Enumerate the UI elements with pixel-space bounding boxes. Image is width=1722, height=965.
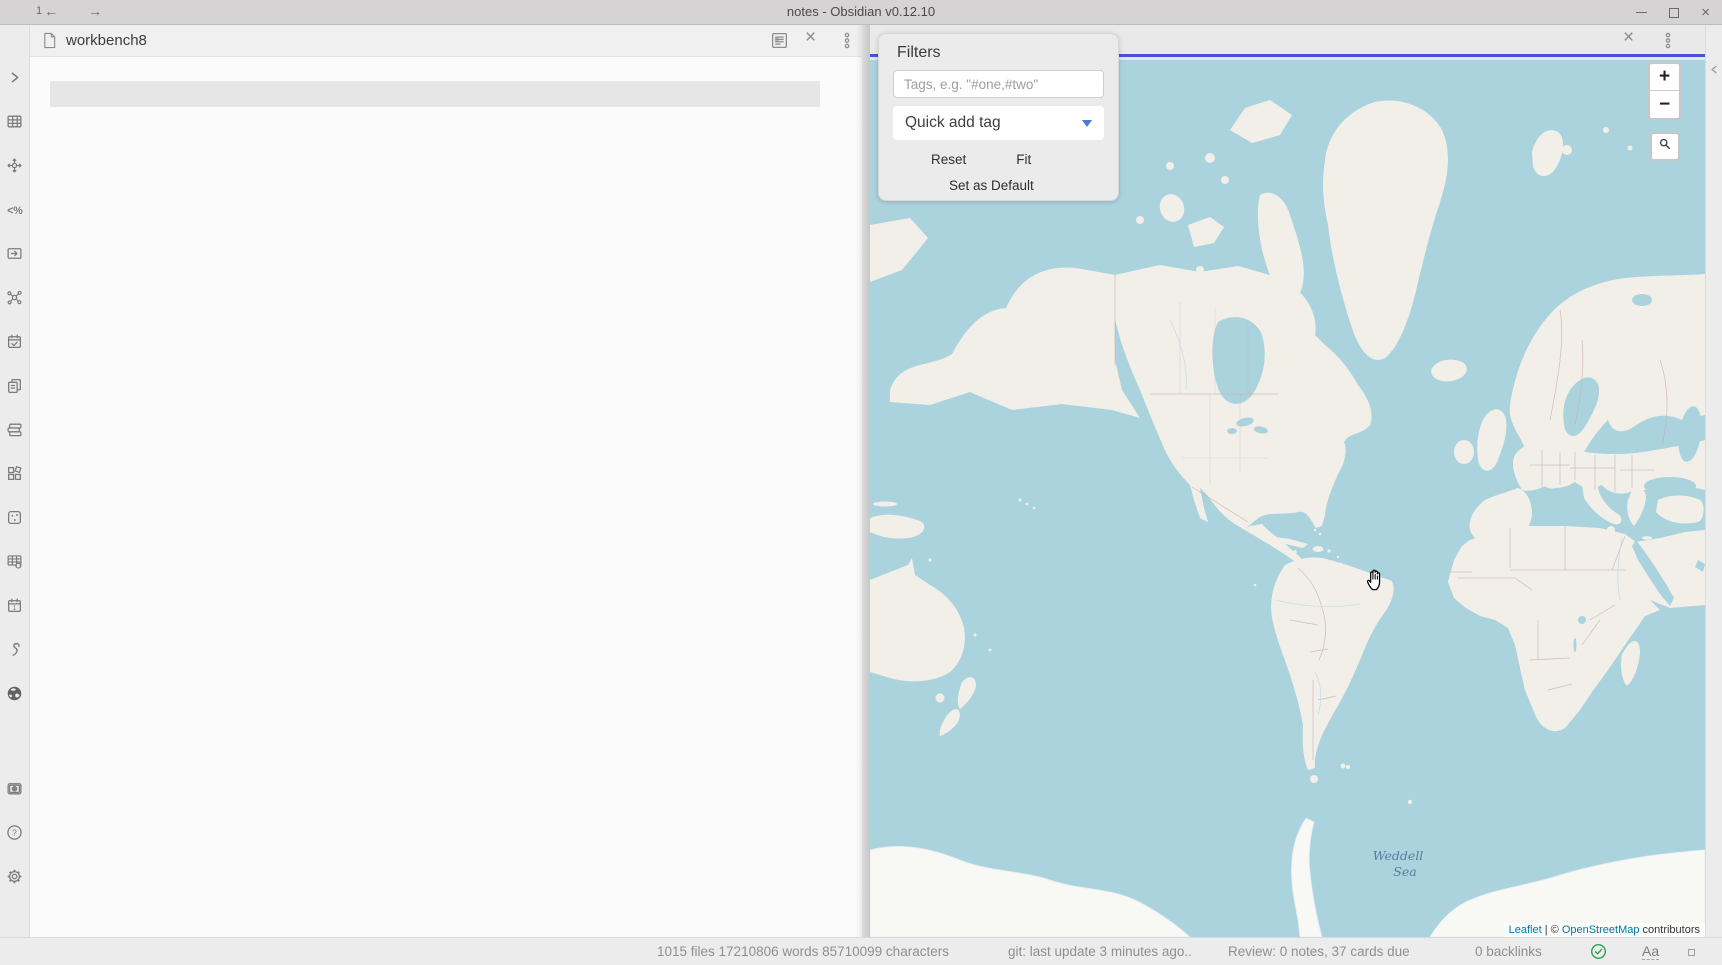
- text-size-toggle[interactable]: Aa: [1642, 943, 1659, 960]
- tags-filter-input[interactable]: [893, 70, 1104, 98]
- sea-label-weddell: Weddell: [1373, 848, 1424, 863]
- file-stats: 1015 files 17210806 words 85710099 chara…: [657, 944, 949, 959]
- attribution-suffix: contributors: [1639, 924, 1700, 936]
- backlinks-count[interactable]: 0 backlinks: [1475, 944, 1542, 959]
- note-file-icon: [42, 32, 57, 54]
- help-glyph: ?: [12, 828, 17, 838]
- fit-button[interactable]: Fit: [1016, 152, 1031, 167]
- map-search-button[interactable]: [1650, 132, 1680, 161]
- maximize-icon[interactable]: [1669, 8, 1679, 18]
- pane-menu-icon[interactable]: [1659, 31, 1677, 50]
- zoom-in-button[interactable]: +: [1650, 64, 1679, 91]
- close-pane-icon[interactable]: ×: [1623, 28, 1634, 47]
- quick-add-tag-label: Quick add tag: [905, 114, 1001, 132]
- quick-add-tag-select[interactable]: Quick add tag: [893, 106, 1104, 140]
- right-ribbon: [1705, 25, 1722, 937]
- minimize-icon[interactable]: [1636, 12, 1647, 13]
- magnifier-icon: [1658, 137, 1672, 156]
- toggle-preview-icon[interactable]: [770, 31, 789, 50]
- reset-button[interactable]: Reset: [931, 152, 966, 167]
- close-pane-icon[interactable]: ×: [805, 28, 816, 47]
- daily-note-icon[interactable]: 1: [6, 597, 23, 614]
- map-attribution: Leaflet | © OpenStreetMap contributors: [1504, 923, 1705, 937]
- sync-ok-check-icon[interactable]: [1590, 943, 1607, 960]
- review-status[interactable]: Review: 0 notes, 37 cards due: [1228, 944, 1410, 959]
- git-status[interactable]: git: last update 3 minutes ago..: [1008, 944, 1192, 959]
- pane-menu-icon[interactable]: [838, 31, 856, 50]
- blocks-icon[interactable]: [6, 465, 23, 482]
- layout-square-icon[interactable]: [1688, 949, 1695, 956]
- window-controls: ×: [1636, 0, 1710, 25]
- window-title: notes - Obsidian v0.12.10: [0, 4, 1722, 19]
- table-icon[interactable]: [6, 113, 23, 130]
- slides-icon[interactable]: [6, 245, 23, 262]
- expand-sidebar-icon[interactable]: [6, 69, 23, 86]
- map-view-icon[interactable]: [6, 685, 23, 702]
- dice-icon[interactable]: [6, 509, 23, 526]
- set-as-default-button[interactable]: Set as Default: [949, 178, 1034, 193]
- hook-icon[interactable]: [6, 641, 23, 658]
- close-window-icon[interactable]: ×: [1701, 8, 1710, 18]
- map-zoom-control: + −: [1648, 62, 1681, 120]
- screenshot-icon[interactable]: [6, 780, 23, 797]
- pane-title: workbench8: [66, 32, 147, 49]
- canvas-pan-icon[interactable]: [6, 157, 23, 174]
- card-stack-icon[interactable]: [6, 421, 23, 438]
- graph-icon[interactable]: [6, 289, 23, 306]
- chevron-down-icon: [1082, 120, 1092, 127]
- duplicate-note-icon[interactable]: [6, 377, 23, 394]
- filters-buttons-row: Reset Fit: [893, 152, 1104, 167]
- filters-panel: Filters Quick add tag Reset Fit Set as D…: [878, 33, 1119, 201]
- leaflet-link[interactable]: Leaflet: [1509, 924, 1542, 936]
- empty-line-highlight[interactable]: [50, 81, 820, 107]
- svg-text:1: 1: [13, 605, 17, 612]
- templater-glyph: <%: [7, 205, 23, 217]
- workbench-pane: workbench8 ×: [30, 25, 862, 937]
- calendar-check-icon[interactable]: [6, 333, 23, 350]
- titlebar: 1 ← → notes - Obsidian v0.12.10 ×: [0, 0, 1722, 25]
- filters-title: Filters: [897, 44, 1104, 62]
- pane-divider[interactable]: [856, 25, 870, 937]
- openstreetmap-link[interactable]: OpenStreetMap: [1562, 924, 1640, 936]
- database-table-icon[interactable]: [6, 553, 23, 570]
- sea-label-sea: Sea: [1393, 864, 1416, 879]
- left-ribbon: <% 1 ?: [0, 25, 30, 937]
- attribution-separator: | ©: [1542, 924, 1562, 936]
- zoom-out-button[interactable]: −: [1650, 91, 1679, 118]
- workbench-pane-header: workbench8 ×: [30, 25, 862, 57]
- collapse-right-icon[interactable]: [1708, 63, 1721, 81]
- settings-icon[interactable]: [6, 868, 23, 885]
- templater-icon[interactable]: <%: [6, 201, 23, 218]
- help-icon[interactable]: ?: [6, 824, 23, 841]
- status-bar: 1015 files 17210806 words 85710099 chara…: [0, 937, 1722, 965]
